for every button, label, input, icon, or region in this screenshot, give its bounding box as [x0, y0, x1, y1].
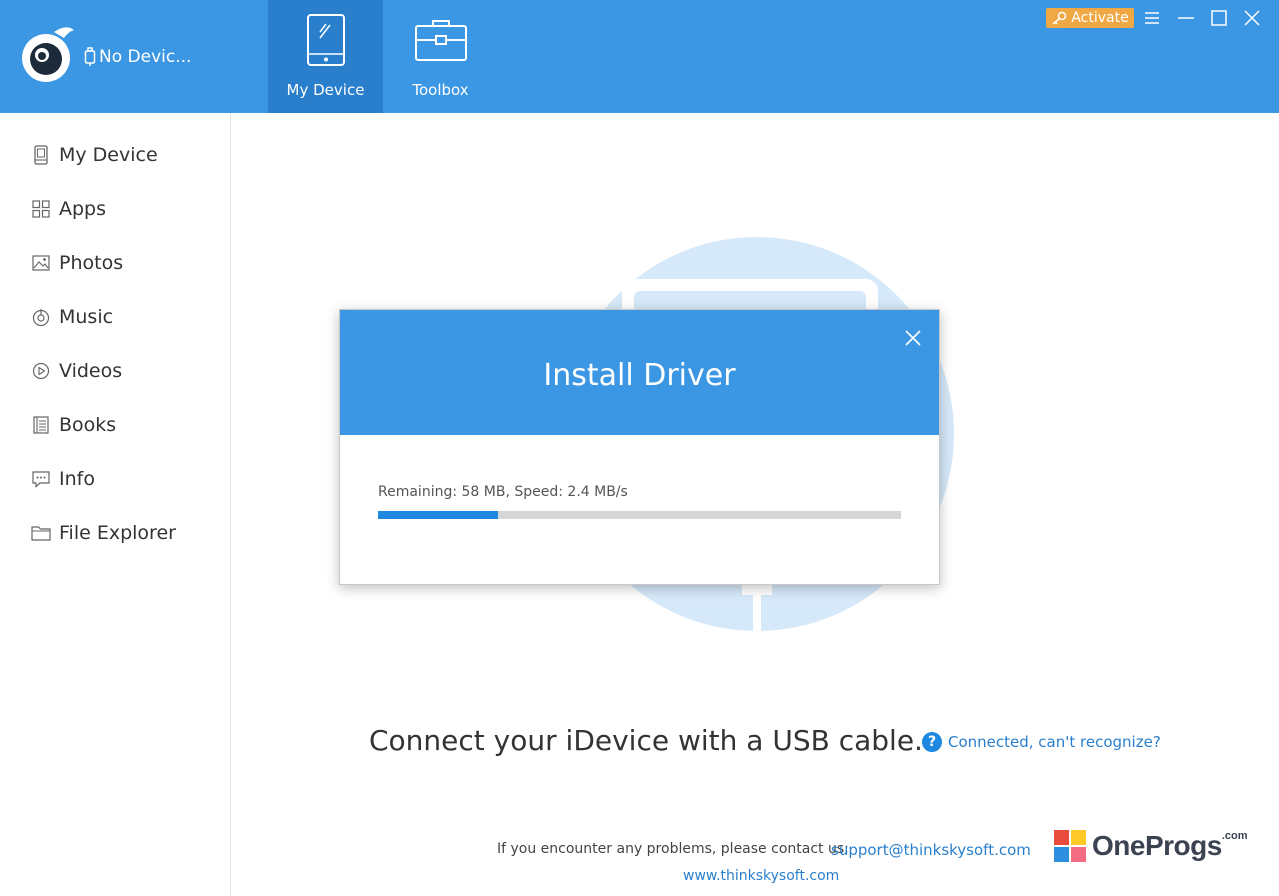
- sidebar-item-apps[interactable]: Apps: [30, 195, 106, 223]
- cant-recognize-link[interactable]: ? Connected, can't recognize?: [922, 732, 1161, 752]
- music-icon: [30, 306, 52, 328]
- message-icon: [30, 468, 52, 490]
- menu-icon[interactable]: [1143, 9, 1161, 27]
- device-icon: [30, 144, 52, 166]
- progress-bar: [378, 511, 901, 519]
- dialog-close-icon[interactable]: [903, 328, 923, 348]
- sidebar-item-info[interactable]: Info: [30, 465, 95, 493]
- watermark-logo: OneProgs .com: [1054, 830, 1248, 862]
- key-icon: [1052, 11, 1067, 25]
- sidebar-item-label: Photos: [59, 252, 124, 274]
- device-status: No Devic...: [84, 47, 191, 67]
- device-status-text: No Devic...: [99, 47, 192, 67]
- sidebar: My Device Apps Photos Music Videos Books: [0, 113, 231, 896]
- sidebar-item-label: Music: [59, 306, 114, 328]
- battery-icon: [84, 47, 96, 66]
- sidebar-item-books[interactable]: Books: [30, 411, 116, 439]
- apps-grid-icon: [30, 198, 52, 220]
- tab-toolbox[interactable]: Toolbox: [383, 0, 498, 113]
- sidebar-item-label: Videos: [59, 360, 123, 382]
- folder-icon: [30, 522, 52, 544]
- app-logo: [18, 22, 78, 82]
- contact-text: If you encounter any problems, please co…: [497, 841, 849, 857]
- website-link[interactable]: www.thinkskysoft.com: [683, 868, 839, 884]
- sidebar-item-label: Apps: [59, 198, 107, 220]
- video-play-icon: [30, 360, 52, 382]
- watermark-suffix: .com: [1221, 830, 1248, 842]
- sidebar-item-videos[interactable]: Videos: [30, 357, 122, 385]
- book-icon: [30, 414, 52, 436]
- top-bar: No Devic... My Device Toolbox Activate: [0, 0, 1279, 113]
- tab-my-device[interactable]: My Device: [268, 0, 383, 113]
- sidebar-item-file-explorer[interactable]: File Explorer: [30, 519, 176, 547]
- close-icon[interactable]: [1243, 9, 1261, 27]
- minimize-icon[interactable]: [1177, 9, 1195, 27]
- photo-icon: [30, 252, 52, 274]
- help-icon: ?: [922, 732, 942, 752]
- support-email-link[interactable]: support@thinkskysoft.com: [831, 841, 1031, 859]
- activate-button[interactable]: Activate: [1046, 8, 1134, 28]
- activate-label: Activate: [1071, 10, 1129, 26]
- progress-bar-fill: [378, 511, 499, 519]
- maximize-icon[interactable]: [1210, 9, 1228, 27]
- sidebar-item-my-device[interactable]: My Device: [30, 141, 158, 169]
- sidebar-item-music[interactable]: Music: [30, 303, 113, 331]
- sidebar-item-photos[interactable]: Photos: [30, 249, 123, 277]
- progress-status-text: Remaining: 58 MB, Speed: 2.4 MB/s: [378, 484, 628, 500]
- windows-logo-icon: [1054, 830, 1086, 862]
- sidebar-item-label: File Explorer: [59, 522, 176, 544]
- sidebar-item-label: Info: [59, 468, 95, 490]
- install-driver-dialog: Install Driver Remaining: 58 MB, Speed: …: [339, 309, 940, 585]
- tab-toolbox-label: Toolbox: [412, 81, 469, 99]
- toolbox-icon: [414, 20, 467, 61]
- tablet-icon: [306, 14, 345, 66]
- watermark-text: OneProgs: [1092, 830, 1222, 861]
- dialog-header: Install Driver: [340, 310, 939, 435]
- cant-recognize-label: Connected, can't recognize?: [948, 733, 1161, 751]
- dialog-title: Install Driver: [543, 358, 736, 393]
- sidebar-item-label: My Device: [59, 144, 158, 166]
- sidebar-item-label: Books: [59, 414, 117, 436]
- tab-my-device-label: My Device: [286, 81, 365, 99]
- connect-message: Connect your iDevice with a USB cable.: [369, 724, 923, 757]
